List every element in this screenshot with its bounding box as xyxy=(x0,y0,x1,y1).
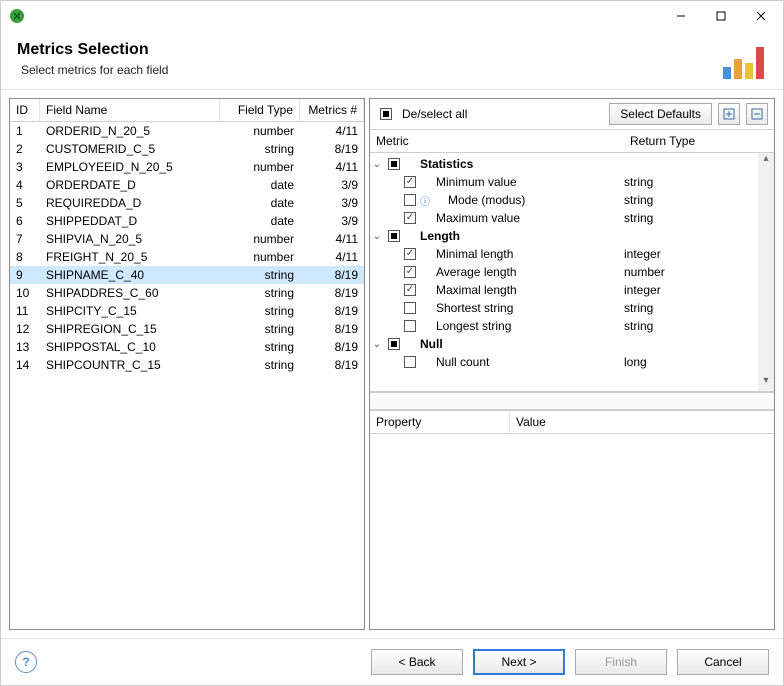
col-id[interactable]: ID xyxy=(10,99,40,121)
table-row[interactable]: 1ORDERID_N_20_5number4/11 xyxy=(10,122,364,140)
next-button[interactable]: Next > xyxy=(473,649,565,675)
expand-all-button[interactable] xyxy=(718,103,740,125)
metric-checkbox[interactable] xyxy=(404,248,416,260)
chevron-down-icon[interactable]: ⌄ xyxy=(370,231,384,242)
footer: ? < Back Next > Finish Cancel xyxy=(1,638,783,685)
metric-checkbox[interactable] xyxy=(404,356,416,368)
group-checkbox[interactable] xyxy=(388,158,400,170)
metric-checkbox[interactable] xyxy=(404,302,416,314)
table-row[interactable]: 14SHIPCOUNTR_C_15string8/19 xyxy=(10,356,364,374)
scroll-down-icon[interactable]: ▾ xyxy=(758,375,774,391)
fields-rows: 1ORDERID_N_20_5number4/112CUSTOMERID_C_5… xyxy=(10,122,364,629)
table-row[interactable]: 13SHIPPOSTAL_C_10string8/19 xyxy=(10,338,364,356)
col-field-type[interactable]: Field Type xyxy=(220,99,300,121)
table-row[interactable]: 7SHIPVIA_N_20_5number4/11 xyxy=(10,230,364,248)
header: Metrics Selection Select metrics for eac… xyxy=(1,31,783,90)
metric-checkbox[interactable] xyxy=(404,212,416,224)
app-icon xyxy=(9,8,25,24)
tree-item[interactable]: Minimal lengthinteger xyxy=(370,245,774,263)
maximize-button[interactable] xyxy=(701,2,741,30)
tree-group[interactable]: ⌄Null xyxy=(370,335,774,353)
table-row[interactable]: 6SHIPPEDDAT_Ddate3/9 xyxy=(10,212,364,230)
help-button[interactable]: ? xyxy=(15,651,37,673)
col-value[interactable]: Value xyxy=(510,411,774,433)
tree-item[interactable]: Minimum valuestring xyxy=(370,173,774,191)
cancel-button[interactable]: Cancel xyxy=(677,649,769,675)
deselect-all-label: De/select all xyxy=(402,107,467,121)
metric-checkbox[interactable] xyxy=(404,320,416,332)
metric-checkbox[interactable] xyxy=(404,176,416,188)
tree-item[interactable]: Null countlong xyxy=(370,353,774,371)
back-button[interactable]: < Back xyxy=(371,649,463,675)
chevron-down-icon[interactable]: ⌄ xyxy=(370,159,384,170)
metric-checkbox[interactable] xyxy=(404,194,416,206)
col-field-name[interactable]: Field Name xyxy=(40,99,220,121)
fields-header-row: ID Field Name Field Type Metrics # xyxy=(10,99,364,122)
page-title: Metrics Selection xyxy=(17,41,719,59)
group-checkbox[interactable] xyxy=(388,230,400,242)
minimize-button[interactable] xyxy=(661,2,701,30)
tree-item[interactable]: Longest stringstring xyxy=(370,317,774,335)
table-row[interactable]: 8FREIGHT_N_20_5number4/11 xyxy=(10,248,364,266)
scroll-up-icon[interactable]: ▴ xyxy=(758,153,774,169)
tree-group[interactable]: ⌄Statistics xyxy=(370,155,774,173)
tree-group[interactable]: ⌄Length xyxy=(370,227,774,245)
table-row[interactable]: 4ORDERDATE_Ddate3/9 xyxy=(10,176,364,194)
col-property[interactable]: Property xyxy=(370,411,510,433)
tree-item[interactable]: Maximal lengthinteger xyxy=(370,281,774,299)
tree-item[interactable]: Shortest stringstring xyxy=(370,299,774,317)
table-row[interactable]: 3EMPLOYEEID_N_20_5number4/11 xyxy=(10,158,364,176)
metric-checkbox[interactable] xyxy=(404,284,416,296)
col-metric[interactable]: Metric xyxy=(370,130,624,152)
info-icon: ⓘ xyxy=(420,193,430,208)
table-row[interactable]: 9SHIPNAME_C_40string8/19 xyxy=(10,266,364,284)
col-return-type[interactable]: Return Type xyxy=(624,130,774,152)
metrics-panel: De/select all Select Defaults Metric Ret… xyxy=(369,98,775,630)
status-strip xyxy=(370,393,774,411)
chevron-down-icon[interactable]: ⌄ xyxy=(370,339,384,350)
bar-chart-icon xyxy=(719,41,767,81)
tree-scrollbar[interactable]: ▴ ▾ xyxy=(758,153,774,391)
col-metrics-count[interactable]: Metrics # xyxy=(300,99,364,121)
close-button[interactable] xyxy=(741,2,781,30)
property-body xyxy=(370,434,774,629)
table-row[interactable]: 5REQUIREDDA_Ddate3/9 xyxy=(10,194,364,212)
metric-checkbox[interactable] xyxy=(404,266,416,278)
collapse-all-button[interactable] xyxy=(746,103,768,125)
group-checkbox[interactable] xyxy=(388,338,400,350)
titlebar xyxy=(1,1,783,31)
metrics-tree: ⌄StatisticsMinimum valuestringⓘMode (mod… xyxy=(370,153,774,373)
table-row[interactable]: 11SHIPCITY_C_15string8/19 xyxy=(10,302,364,320)
window: Metrics Selection Select metrics for eac… xyxy=(0,0,784,686)
table-row[interactable]: 12SHIPREGION_C_15string8/19 xyxy=(10,320,364,338)
select-defaults-button[interactable]: Select Defaults xyxy=(609,103,712,125)
table-row[interactable]: 2CUSTOMERID_C_5string8/19 xyxy=(10,140,364,158)
deselect-all-checkbox[interactable] xyxy=(380,108,392,120)
fields-panel: ID Field Name Field Type Metrics # 1ORDE… xyxy=(9,98,365,630)
tree-item[interactable]: Maximum valuestring xyxy=(370,209,774,227)
tree-item[interactable]: ⓘMode (modus)string xyxy=(370,191,774,209)
page-subtitle: Select metrics for each field xyxy=(17,63,719,77)
tree-item[interactable]: Average lengthnumber xyxy=(370,263,774,281)
table-row[interactable]: 10SHIPADDRES_C_60string8/19 xyxy=(10,284,364,302)
finish-button: Finish xyxy=(575,649,667,675)
